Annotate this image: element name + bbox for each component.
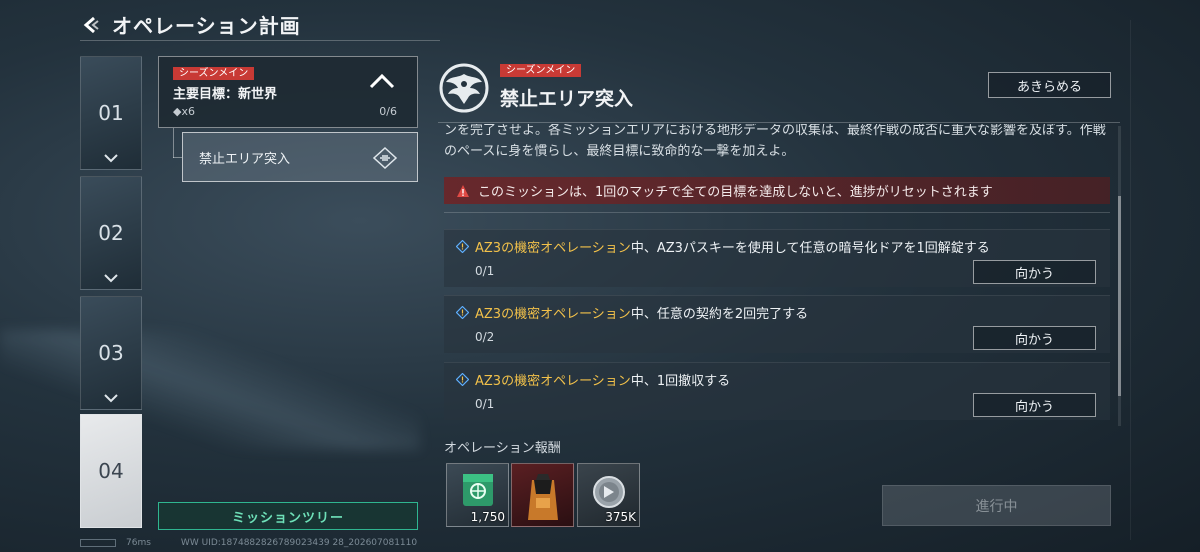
objective-reward: ◆x6 — [173, 105, 195, 118]
divider — [1130, 20, 1131, 540]
uid-text: WW UID:1874882826789023439 28_2026070811… — [180, 538, 418, 548]
objective-text: AZ3の機密オペレーション中、任意の契約を2回完了する — [475, 303, 808, 322]
tree-connector — [173, 157, 182, 158]
chapter-tab-01[interactable]: 01 — [80, 56, 142, 170]
objective-row: AZ3の機密オペレーション中、任意の契約を2回完了する 0/2 向かう — [444, 295, 1110, 353]
footer-info: 76ms WW UID:1874882826789023439 28_20260… — [80, 538, 417, 548]
objective-progress: 0/1 — [475, 264, 495, 278]
objective-progress: 0/1 — [475, 397, 495, 411]
objective-highlight: AZ3の機密オペレーション — [475, 374, 631, 389]
mission-title: 禁止エリア突入 — [500, 88, 634, 110]
info-diamond-icon — [456, 306, 469, 319]
sub-mission-label: 禁止エリア突入 — [199, 151, 291, 167]
chevron-down-icon — [104, 394, 118, 403]
eagle-emblem-icon — [439, 63, 489, 113]
mission-tree-button[interactable]: ミッションツリー — [158, 502, 418, 530]
give-up-button[interactable]: あきらめる — [988, 72, 1111, 98]
page-title: オペレーション計画 — [112, 14, 301, 38]
objective-progress: 0/2 — [475, 330, 495, 344]
rewards-label: オペレーション報酬 — [444, 441, 561, 456]
main-objective-card[interactable]: シーズンメイン 主要目標：新世界 ◆x6 0/6 — [158, 56, 418, 128]
season-badge: シーズンメイン — [500, 64, 582, 77]
objective-text: AZ3の機密オペレーション中、AZ3パスキーを使用して任意の暗号化ドアを1回解錠… — [475, 237, 990, 256]
supply-bag-icon — [528, 474, 558, 520]
chapter-number: 02 — [98, 221, 124, 245]
diamond-marker-icon — [373, 147, 397, 169]
sub-mission-item[interactable]: 禁止エリア突入 — [182, 132, 418, 182]
chevron-down-icon — [104, 154, 118, 163]
warning-icon — [457, 184, 469, 197]
season-badge: シーズンメイン — [173, 67, 255, 80]
chevron-down-icon — [104, 274, 118, 283]
mission-description: ンを完了させよ。各ミッションエリアにおける地形データの収集は、最終作戦の成否に重… — [444, 124, 1106, 159]
reward-item[interactable]: 375K — [577, 463, 640, 527]
reward-amount: 375K — [605, 510, 636, 524]
objective-highlight: AZ3の機密オペレーション — [475, 307, 631, 322]
objective-body: 中、1回撤収する — [630, 374, 731, 389]
reset-warning-banner: このミッションは、1回のマッチで全ての目標を達成しないと、進捗がリセットされます — [444, 177, 1110, 204]
info-diamond-icon — [456, 240, 469, 253]
objective-title: 主要目標：新世界 — [173, 87, 278, 102]
chevron-up-icon[interactable] — [369, 73, 395, 89]
objective-progress: 0/6 — [379, 105, 397, 118]
goto-button[interactable]: 向かう — [973, 393, 1096, 417]
info-diamond-icon — [456, 373, 469, 386]
goto-button[interactable]: 向かう — [973, 326, 1096, 350]
chapter-tab-04[interactable]: 04 — [80, 414, 142, 528]
background-streak — [0, 330, 420, 450]
chapter-tab-03[interactable]: 03 — [80, 296, 142, 410]
in-progress-button[interactable]: 進行中 — [882, 485, 1111, 526]
goto-button[interactable]: 向かう — [973, 260, 1096, 284]
page-header: オペレーション計画 — [80, 10, 301, 39]
ping-text: 76ms — [126, 538, 151, 548]
reward-item[interactable]: 1,750 — [446, 463, 509, 527]
description-scroll[interactable]: ンを完了させよ。各ミッションエリアにおける地形データの収集は、最終作戦の成否に重… — [444, 124, 1118, 168]
divider — [444, 212, 1110, 213]
chapter-number: 01 — [98, 101, 124, 125]
reward-item[interactable] — [511, 463, 574, 527]
back-arrow-icon[interactable] — [80, 14, 102, 36]
reward-amount: 1,750 — [470, 510, 505, 524]
tree-connector — [173, 128, 174, 158]
scrollbar-thumb[interactable] — [1118, 196, 1121, 396]
objective-text: AZ3の機密オペレーション中、1回撤収する — [475, 370, 730, 389]
objective-body: 中、AZ3パスキーを使用して任意の暗号化ドアを1回解錠する — [630, 241, 990, 256]
signal-icon — [80, 539, 116, 547]
objective-row: AZ3の機密オペレーション中、AZ3パスキーを使用して任意の暗号化ドアを1回解錠… — [444, 229, 1110, 287]
objective-body: 中、任意の契約を2回完了する — [630, 307, 809, 322]
chapter-tab-02[interactable]: 02 — [80, 176, 142, 290]
divider — [438, 122, 1120, 123]
objective-highlight: AZ3の機密オペレーション — [475, 241, 631, 256]
header-divider — [80, 40, 440, 41]
chapter-number: 04 — [98, 459, 124, 483]
chapter-number: 03 — [98, 341, 124, 365]
warning-text: このミッションは、1回のマッチで全ての目標を達成しないと、進捗がリセットされます — [478, 185, 993, 200]
objective-row: AZ3の機密オペレーション中、1回撤収する 0/1 向かう — [444, 362, 1110, 420]
